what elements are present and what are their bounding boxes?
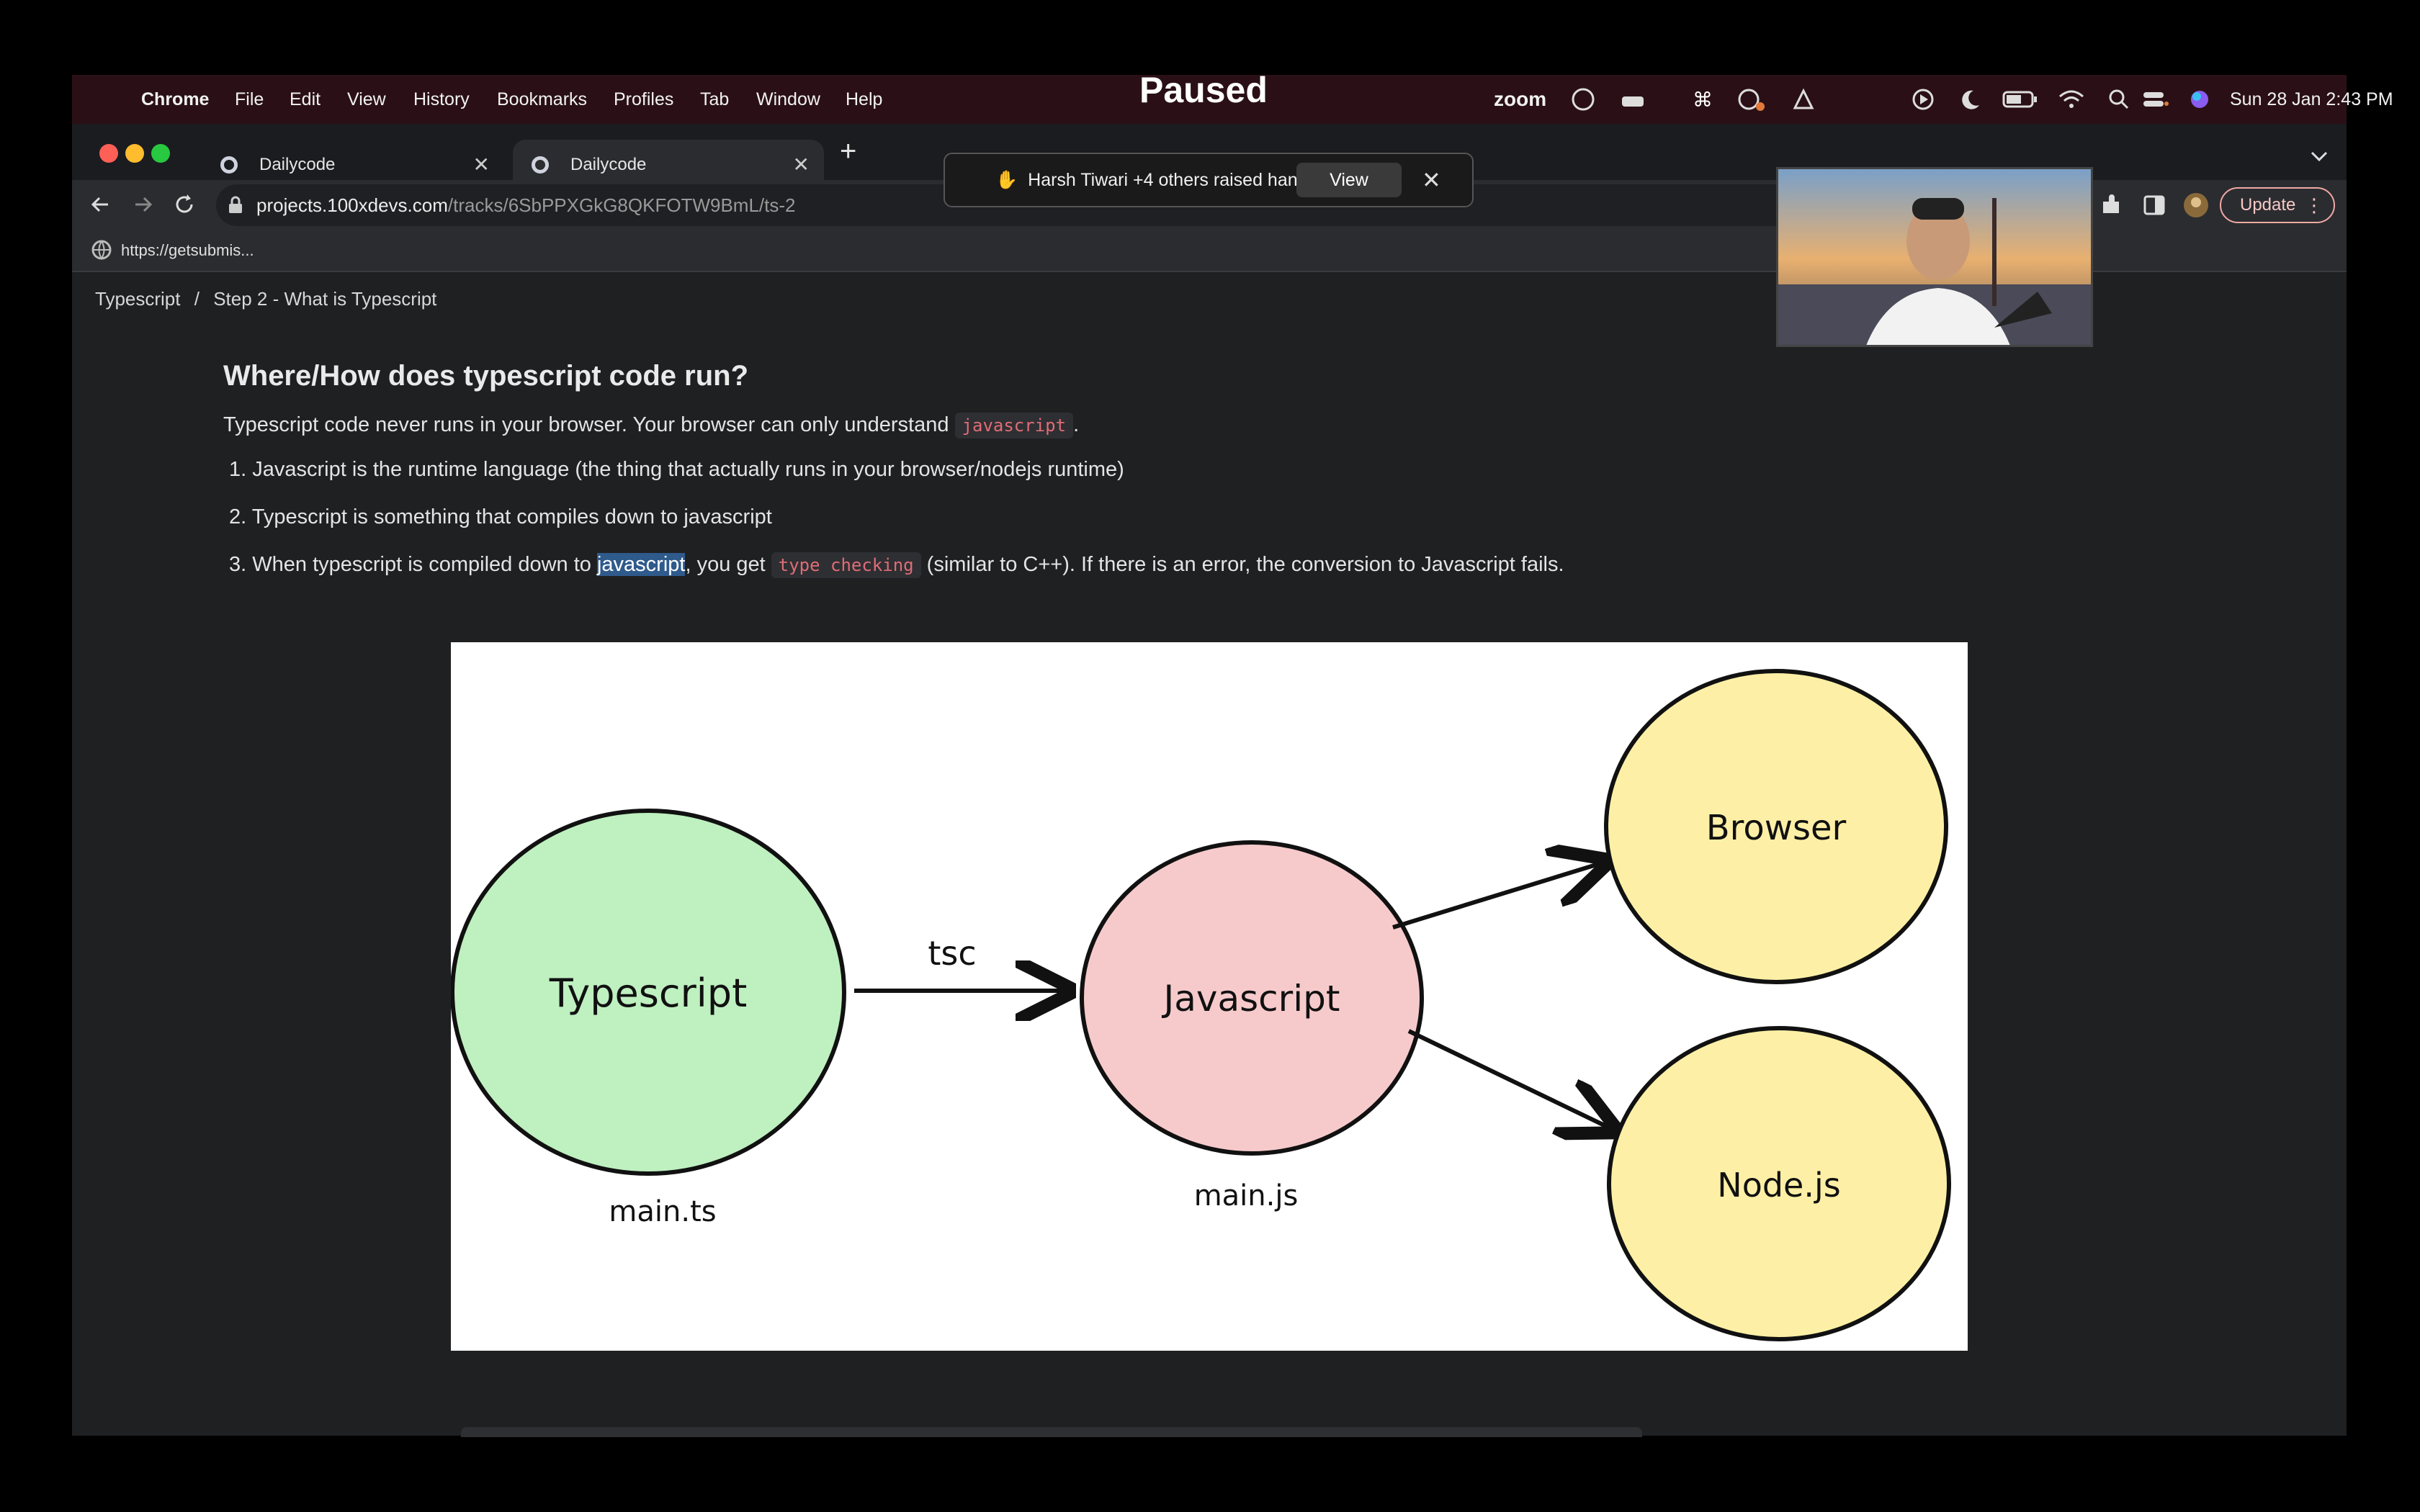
battery-icon[interactable] (2002, 88, 2038, 111)
nodejs-label: Node.js (1717, 1166, 1840, 1205)
list-text: Typescript is something that compiles do… (251, 505, 772, 528)
bookmark-item[interactable]: https://getsubmis... (121, 230, 254, 271)
url-path: /tracks/6SbPPXGkG8QKFOTW9BmL/ts-2 (447, 194, 796, 216)
main-ts-caption: main.ts (609, 1195, 716, 1228)
profile-avatar[interactable] (2182, 192, 2210, 219)
selected-text: javascript (596, 553, 686, 576)
close-window-button[interactable] (99, 144, 118, 163)
intro-code: javascript (954, 413, 1074, 438)
menu-edit[interactable]: Edit (290, 75, 321, 124)
list-item-1: 1. Javascript is the runtime language (t… (229, 458, 1124, 482)
main-js-caption: main.js (1194, 1179, 1299, 1212)
intro-end: . (1073, 413, 1080, 436)
minimize-window-button[interactable] (125, 144, 144, 163)
list-number: 2. (229, 505, 247, 528)
menu-view[interactable]: View (347, 75, 386, 124)
list-number: 3. (229, 553, 247, 576)
more-menu-icon[interactable]: ⋮ (2305, 189, 2323, 222)
menu-profiles[interactable]: Profiles (614, 75, 673, 124)
typescript-label: Typescript (549, 971, 748, 1016)
cloud-icon[interactable] (1736, 86, 1767, 112)
close-icon[interactable]: ✕ (1422, 153, 1441, 207)
url-host: projects.100xdevs.com (256, 194, 448, 216)
globe-icon (91, 240, 112, 260)
back-icon[interactable] (88, 192, 114, 217)
update-button[interactable]: Update ⋮ (2220, 187, 2335, 223)
reload-icon[interactable] (171, 192, 197, 217)
menu-history[interactable]: History (413, 75, 470, 124)
tab-search-chevron-down-icon[interactable] (2309, 148, 2329, 166)
extensions-icon[interactable] (2099, 193, 2123, 217)
search-icon[interactable] (2107, 88, 2130, 111)
list-text: , you get (685, 553, 771, 576)
menu-help[interactable]: Help (846, 75, 882, 124)
intro-paragraph: Typescript code never runs in your brows… (223, 413, 1080, 438)
svg-text:⌘: ⌘ (1693, 88, 1713, 112)
new-tab-button[interactable]: + (840, 135, 856, 168)
lock-icon[interactable] (228, 196, 243, 215)
list-number: 1. (229, 458, 247, 481)
page-heading: Where/How does typescript code run? (223, 360, 749, 392)
update-label: Update (2240, 195, 2296, 215)
forward-icon[interactable] (130, 192, 156, 217)
browser-arrow (1392, 863, 1603, 930)
breadcrumb: Typescript / Step 2 - What is Typescript (95, 288, 436, 310)
play-icon[interactable] (1910, 86, 1936, 112)
breadcrumb-separator: / (194, 288, 200, 310)
breadcrumb-root[interactable]: Typescript (95, 288, 181, 310)
vpn-icon[interactable] (1570, 86, 1596, 112)
docker-icon[interactable] (1619, 86, 1648, 112)
paused-overlay: Paused (1139, 70, 1268, 110)
menubar-datetime[interactable]: Sun 28 Jan 2:43 PM (2230, 75, 2393, 124)
raised-hand-icon: ✋ (995, 170, 1018, 190)
control-center-icon[interactable] (2141, 88, 2169, 111)
list-text: When typescript is compiled down to (252, 553, 597, 576)
siri-icon[interactable] (2188, 88, 2211, 111)
video-thumbnail[interactable] (1776, 167, 2093, 347)
inline-code: type checking (771, 552, 921, 578)
zoom-window-button[interactable] (151, 144, 170, 163)
list-item-2: 2. Typescript is something that compiles… (229, 505, 772, 529)
maps-icon[interactable] (1789, 86, 1818, 112)
raised-hands-text: ✋ Harsh Tiwari +4 others raised hands (995, 153, 1317, 207)
menu-file[interactable]: File (235, 75, 264, 124)
javascript-label: Javascript (1162, 978, 1340, 1020)
menu-bookmarks[interactable]: Bookmarks (497, 75, 587, 124)
breadcrumb-current: Step 2 - What is Typescript (213, 288, 437, 310)
command-icon[interactable]: ⌘ (1687, 86, 1713, 112)
view-raised-hands-button[interactable]: View (1296, 163, 1402, 197)
tsc-label: tsc (928, 934, 976, 973)
moon-icon[interactable] (1958, 86, 1984, 112)
bottom-panel-edge (461, 1427, 1642, 1437)
menu-tab[interactable]: Tab (700, 75, 729, 124)
dailycode-favicon-icon (532, 156, 549, 174)
menu-window[interactable]: Window (756, 75, 820, 124)
raised-hands-message: Harsh Tiwari +4 others raised hands (1028, 170, 1317, 190)
address-url[interactable]: projects.100xdevs.com/tracks/6SbPPXGkG8Q… (256, 184, 795, 226)
nodejs-arrow (1407, 1029, 1612, 1129)
wifi-icon[interactable] (2057, 86, 2086, 112)
diagram-svg: Typescript Javascript Browser Node.js ts… (450, 669, 1951, 1341)
list-item-3: 3. When typescript is compiled down to j… (229, 552, 1564, 578)
browser-label: Browser (1706, 808, 1847, 848)
intro-text: Typescript code never runs in your brows… (223, 413, 955, 436)
participant-video (1778, 169, 2091, 345)
menu-app-name[interactable]: Chrome (141, 75, 209, 124)
zoom-status-icon[interactable]: zoom (1494, 75, 1546, 124)
sidepanel-icon[interactable] (2142, 193, 2166, 217)
diagram-image: Typescript Javascript Browser Node.js ts… (450, 642, 1968, 1351)
dailycode-favicon-icon (220, 156, 238, 174)
list-text: (similar to C++). If there is an error, … (920, 553, 1564, 576)
list-text: Javascript is the runtime language (the … (252, 458, 1124, 481)
